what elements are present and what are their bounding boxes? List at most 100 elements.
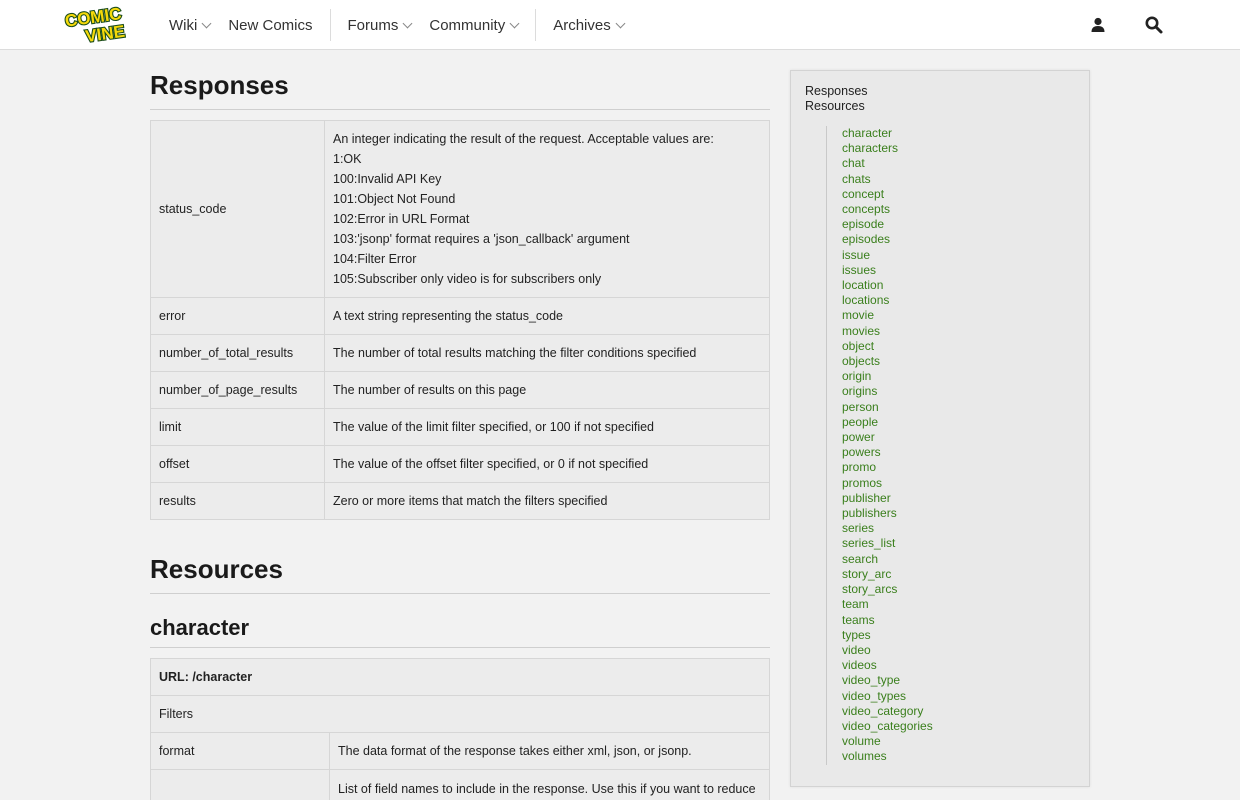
toc-link-origin[interactable]: origin (842, 369, 933, 384)
toc-link-episodes[interactable]: episodes (842, 232, 933, 247)
response-key: number_of_total_results (150, 334, 325, 372)
toc-link-objects[interactable]: objects (842, 354, 933, 369)
toc-link-team[interactable]: team (842, 597, 933, 612)
status-code-line: 102:Error in URL Format (333, 212, 470, 226)
response-description: The number of total results matching the… (324, 334, 770, 372)
table-row: URL: /character (150, 658, 770, 696)
search-icon[interactable] (1144, 15, 1164, 35)
nav-divider (535, 9, 537, 41)
toc-link-resources[interactable]: Resources (805, 99, 868, 114)
toc-link-people[interactable]: people (842, 415, 933, 430)
toc-link-character[interactable]: character (842, 126, 933, 141)
toc-link-chat[interactable]: chat (842, 156, 933, 171)
response-key: number_of_page_results (150, 371, 325, 409)
toc-link-videos[interactable]: videos (842, 658, 933, 673)
toc-link-locations[interactable]: locations (842, 293, 933, 308)
filter-key: field_list (150, 769, 330, 800)
toc-link-responses[interactable]: Responses (805, 84, 868, 99)
toc-link-movie[interactable]: movie (842, 308, 933, 323)
toc-link-series-list[interactable]: series_list (842, 536, 933, 551)
nav-wiki[interactable]: Wiki (160, 0, 219, 50)
toc-link-search[interactable]: search (842, 552, 933, 567)
nav-divider (329, 9, 331, 41)
main-content: Responses status_code An integer indicat… (150, 50, 770, 800)
table-row: field_list List of field names to includ… (150, 769, 770, 800)
toc-link-location[interactable]: location (842, 278, 933, 293)
toc-resource-list: character characters chat chats concept conce… (826, 126, 933, 765)
toc-link-promos[interactable]: promos (842, 476, 933, 491)
toc-link-movies[interactable]: movies (842, 324, 933, 339)
toc-link-video-type[interactable]: video_type (842, 673, 933, 688)
toc-link-publisher[interactable]: publisher (842, 491, 933, 506)
toc-link-concept[interactable]: concept (842, 187, 933, 202)
toc-top-links: Responses Resources (805, 84, 868, 114)
user-icon[interactable] (1088, 15, 1108, 35)
toc-link-types[interactable]: types (842, 628, 933, 643)
toc-link-series[interactable]: series (842, 521, 933, 536)
table-row: offset The value of the offset filter spe… (150, 445, 770, 483)
table-row: number_of_page_results The number of resu… (150, 371, 770, 409)
toc-link-story-arcs[interactable]: story_arcs (842, 582, 933, 597)
filter-key: format (150, 732, 330, 770)
chevron-down-icon (402, 18, 413, 28)
toc-link-issues[interactable]: issues (842, 263, 933, 278)
nav-new-comics[interactable]: New Comics (219, 0, 321, 50)
toc-link-video-categories[interactable]: video_categories (842, 719, 933, 734)
table-row: format The data format of the response t… (150, 732, 770, 770)
toc-link-story-arc[interactable]: story_arc (842, 567, 933, 582)
response-description: The value of the offset filter specified… (324, 445, 770, 483)
status-code-values: An integer indicating the result of the … (333, 121, 761, 297)
toc-link-chats[interactable]: chats (842, 172, 933, 187)
character-resource-table: URL: /character Filters format The data … (150, 658, 770, 800)
response-key: results (150, 482, 325, 520)
response-description: An integer indicating the result of the … (324, 120, 770, 298)
status-code-line: 103:'jsonp' format requires a 'json_call… (333, 232, 630, 246)
toc-link-volume[interactable]: volume (842, 734, 933, 749)
responses-table: status_code An integer indicating the re… (150, 120, 770, 520)
status-code-line: 105:Subscriber only video is for subscri… (333, 272, 602, 286)
nav-archives[interactable]: Archives (544, 0, 633, 50)
nav-community[interactable]: Community (420, 0, 527, 50)
table-row: limit The value of the limit filter speci… (150, 408, 770, 446)
toc-link-episode[interactable]: episode (842, 217, 933, 232)
toc-link-issue[interactable]: issue (842, 248, 933, 263)
table-row: status_code An integer indicating the re… (150, 120, 770, 298)
table-row: Filters (150, 695, 770, 733)
response-key: limit (150, 408, 325, 446)
resource-url: URL: /character (150, 658, 770, 696)
nav-forums[interactable]: Forums (339, 0, 421, 50)
response-description: The number of results on this page (324, 371, 770, 409)
status-code-line: An integer indicating the result of the … (333, 132, 714, 146)
toc-link-publishers[interactable]: publishers (842, 506, 933, 521)
toc-link-video[interactable]: video (842, 643, 933, 658)
toc-link-video-category[interactable]: video_category (842, 704, 933, 719)
toc-link-teams[interactable]: teams (842, 613, 933, 628)
response-description: The value of the limit filter specified,… (324, 408, 770, 446)
response-description: A text string representing the status_co… (324, 297, 770, 335)
response-key: error (150, 297, 325, 335)
comic-vine-logo[interactable]: COMIC VINE (62, 5, 138, 45)
response-key: status_code (150, 120, 325, 298)
toc-link-power[interactable]: power (842, 430, 933, 445)
character-heading: character (150, 604, 770, 648)
toc-link-origins[interactable]: origins (842, 384, 933, 399)
filters-label: Filters (150, 695, 770, 733)
toc-link-object[interactable]: object (842, 339, 933, 354)
toc-link-powers[interactable]: powers (842, 445, 933, 460)
chevron-down-icon (615, 18, 626, 28)
nav-archives-label: Archives (553, 16, 611, 34)
toc-link-person[interactable]: person (842, 400, 933, 415)
response-key: offset (150, 445, 325, 483)
chevron-down-icon (201, 18, 212, 28)
toc-link-video-types[interactable]: video_types (842, 689, 933, 704)
top-navbar: COMIC VINE Wiki New Comics Forums Commun… (0, 0, 1240, 50)
toc-link-volumes[interactable]: volumes (842, 749, 933, 764)
nav-wiki-label: Wiki (169, 16, 198, 34)
table-row: number_of_total_results The number of tot… (150, 334, 770, 372)
responses-heading: Responses (150, 50, 770, 110)
toc-link-characters[interactable]: characters (842, 141, 933, 156)
toc-link-concepts[interactable]: concepts (842, 202, 933, 217)
toc-link-promo[interactable]: promo (842, 460, 933, 475)
status-code-line: 104:Filter Error (333, 252, 417, 266)
filter-description: The data format of the response takes ei… (329, 732, 770, 770)
